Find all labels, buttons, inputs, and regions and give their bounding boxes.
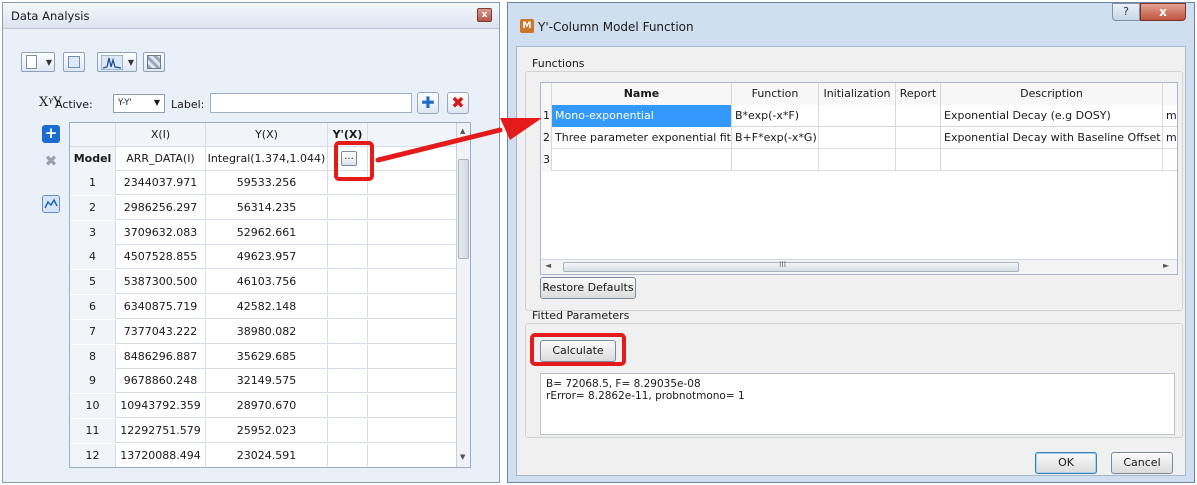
- annotation-arrow: [375, 118, 542, 163]
